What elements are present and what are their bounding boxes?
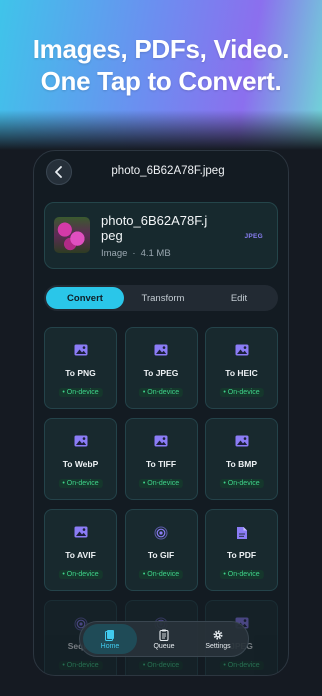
format-badge: JPEG [244,233,263,240]
on-device-badge: On-device [138,661,184,670]
format-grid: To PNG On-device To JPEG On-device To HEIC On… [44,327,278,591]
tab-settings[interactable]: Settings [191,624,245,654]
file-card[interactable]: photo_6B62A78F.j peg Image · 4.1 MB JPEG [44,202,278,269]
image-icon [154,344,168,356]
hero-title-line-2: One Tap to Convert. [40,66,282,96]
image-icon [154,435,168,447]
chevron-left-icon [55,166,62,178]
phone-screen: photo_6B62A78F.jpeg photo_6B62A78F.j peg … [33,150,289,676]
format-tile-to-jpeg[interactable]: To JPEG On-device [124,327,198,409]
gear-icon [213,630,223,639]
mode-segmented-control: Convert Transform Edit [44,285,278,311]
document-stack-icon [105,629,114,641]
tab-queue[interactable]: Queue [137,624,191,654]
tab-settings-label: Settings [205,642,231,650]
format-tile-label: To PNG [65,368,96,378]
format-tile-label: To HEIC [225,368,258,378]
format-tile-to-heic[interactable]: To HEIC On-device [205,327,278,409]
on-device-badge: On-device [219,570,264,579]
image-icon [74,526,87,538]
format-tile-label: To GIF [147,550,175,560]
format-tile-label: To PDF [226,550,257,560]
format-tile-to-tiff[interactable]: To TIFF On-device [124,418,198,500]
format-tile-label: To JPEG [143,368,179,378]
image-icon [74,435,87,447]
on-device-badge: On-device [138,570,184,579]
hero-banner: Images, PDFs, Video. One Tap to Convert. [0,0,322,150]
clipboard-list-icon [159,629,169,641]
image-icon [235,344,248,356]
format-tile-to-webp[interactable]: To WebP On-device [44,418,117,500]
segment-edit[interactable]: Edit [202,287,276,309]
segment-convert[interactable]: Convert [46,287,124,309]
format-tile-to-png[interactable]: To PNG On-device [44,327,117,409]
format-tile-to-gif[interactable]: To GIF On-device [124,509,198,591]
on-device-badge: On-device [58,661,103,670]
nav-title: photo_6B62A78F.jpeg [111,165,225,177]
gif-icon [154,526,168,540]
segment-transform[interactable]: Transform [124,287,202,309]
on-device-badge: On-device [58,479,103,488]
tab-queue-label: Queue [153,642,175,650]
document-icon [236,527,247,539]
file-name: photo_6B62A78F.j peg [101,213,208,243]
on-device-badge: On-device [138,388,184,397]
format-tile-label: To TIFF [145,459,177,469]
on-device-badge: On-device [219,479,264,488]
format-tile-label: To AVIF [65,550,96,560]
on-device-badge: On-device [58,388,103,397]
file-thumbnail [54,217,90,253]
file-meta: Image · 4.1 MB [101,248,171,259]
image-icon [235,435,248,447]
tab-home[interactable]: Home [83,624,137,654]
format-tile-label: To BMP [225,459,257,469]
tab-home-label: Home [100,642,120,650]
format-tile-to-bmp[interactable]: To BMP On-device [205,418,278,500]
on-device-badge: On-device [58,570,103,579]
on-device-badge: On-device [219,661,264,670]
image-icon [74,344,87,356]
format-tile-to-pdf[interactable]: To PDF On-device [205,509,278,591]
back-button[interactable] [46,159,72,185]
on-device-badge: On-device [219,388,264,397]
tab-bar: Home Queue Settings [79,621,249,657]
file-size: 4.1 MB [140,248,171,259]
file-type: Image [101,248,128,259]
format-tile-to-avif[interactable]: To AVIF On-device [44,509,117,591]
format-tile-label: To WebP [62,459,99,469]
hero-title-line-1: Images, PDFs, Video. [32,34,290,64]
on-device-badge: On-device [138,479,184,488]
